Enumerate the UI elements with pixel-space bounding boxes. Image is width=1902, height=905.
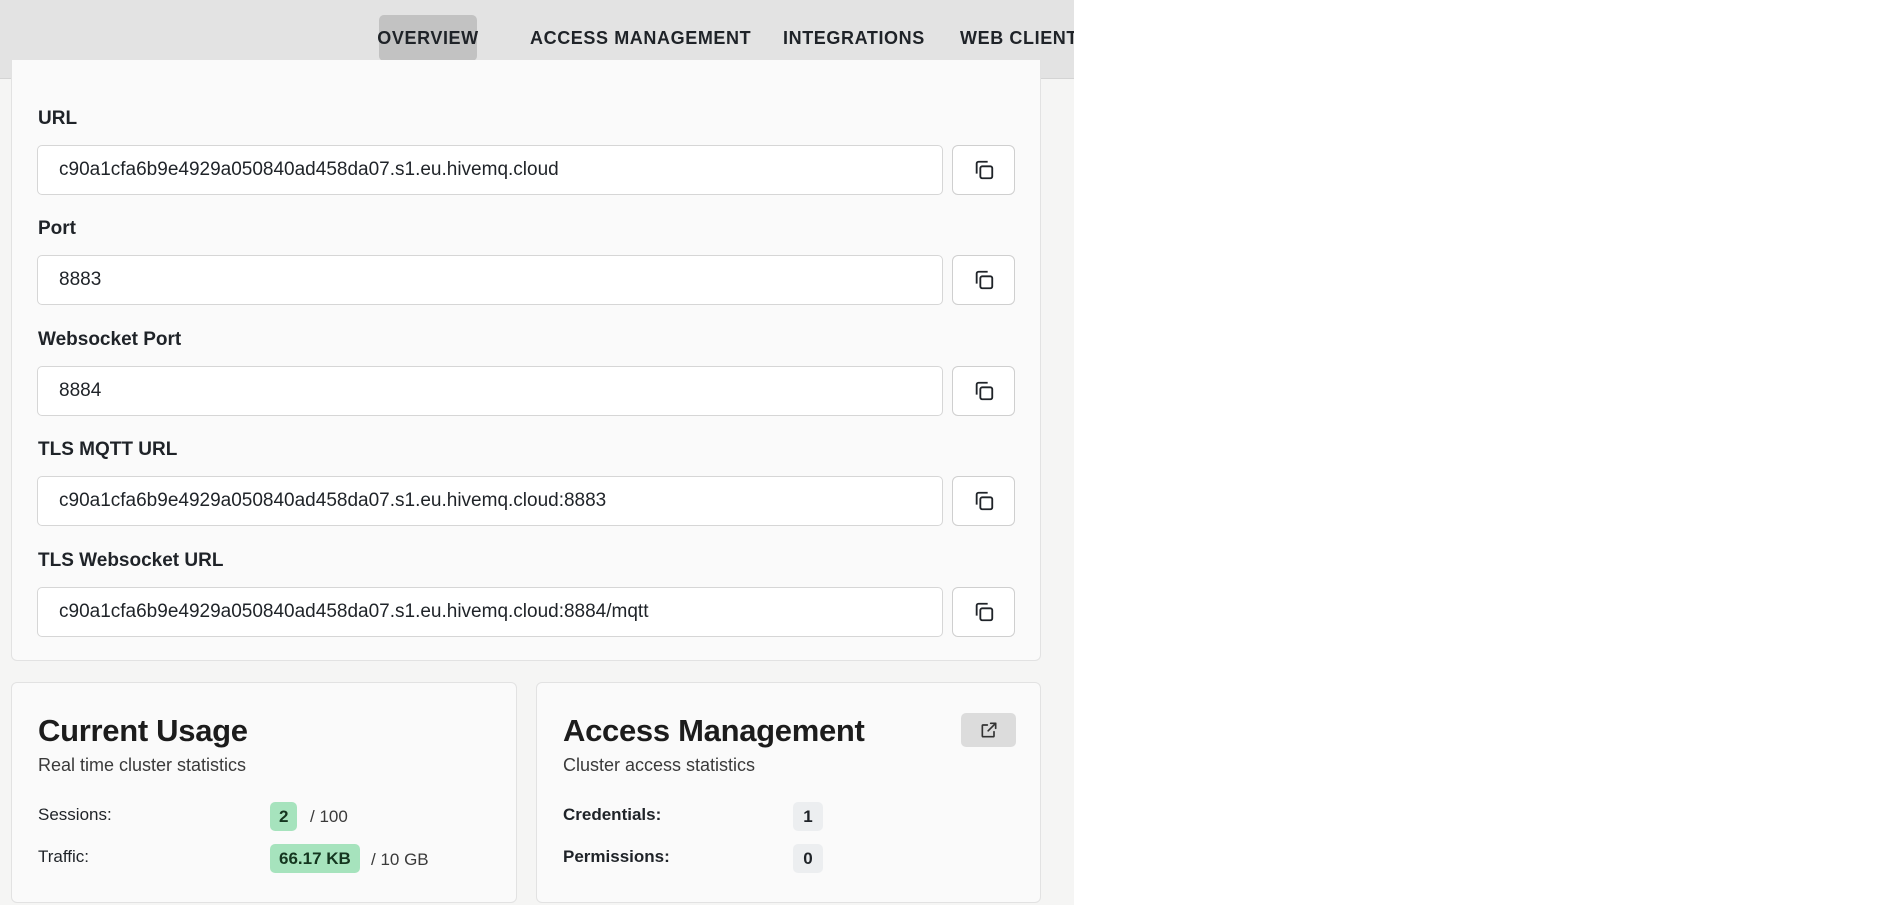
copy-url-button[interactable] [952,145,1015,195]
tls-mqtt-url-label: TLS MQTT URL [38,439,178,460]
current-usage-card: Current Usage Real time cluster statisti… [11,682,517,903]
current-usage-subtitle: Real time cluster statistics [38,755,247,775]
copy-tls-websocket-url-button[interactable] [952,587,1015,637]
access-management-title: Access Management [563,713,865,748]
copy-icon [975,381,993,401]
copy-icon [975,270,993,290]
open-access-management-button[interactable] [961,713,1016,747]
traffic-amount-badge: 66.17 KB [270,844,360,873]
sessions-limit: / 100 [310,807,348,826]
url-field[interactable]: c90a1cfa6b9e4929a050840ad458da07.s1.eu.h… [37,145,943,195]
traffic-limit: / 10 GB [371,850,429,869]
websocket-port-label: Websocket Port [38,329,182,350]
tab-web-client[interactable]: WEB CLIENT [946,15,1074,61]
copy-websocket-port-button[interactable] [952,366,1015,416]
access-management-subtitle: Cluster access statistics [563,755,756,775]
websocket-port-field[interactable]: 8884 [37,366,943,416]
app-window: OVERVIEW ACCESS MANAGEMENT INTEGRATIONS … [0,0,1074,905]
sessions-label: Sessions: [38,805,112,824]
sessions-count-badge: 2 [270,802,298,831]
copy-tls-mqtt-url-button[interactable] [952,476,1015,526]
traffic-label: Traffic: [38,847,90,866]
credentials-label: Credentials: [563,805,662,824]
copy-icon [975,602,993,622]
current-usage-title: Current Usage [38,713,248,748]
tls-websocket-url-label: TLS Websocket URL [38,550,224,571]
external-link-icon [981,722,996,738]
copy-port-button[interactable] [952,255,1015,305]
port-label: Port [38,218,76,239]
url-label: URL [38,108,78,129]
credentials-count-badge: 1 [793,802,823,831]
tls-mqtt-url-field[interactable]: c90a1cfa6b9e4929a050840ad458da07.s1.eu.h… [37,476,943,526]
tls-websocket-url-field[interactable]: c90a1cfa6b9e4929a050840ad458da07.s1.eu.h… [37,587,943,637]
tab-access-management[interactable]: ACCESS MANAGEMENT [516,15,765,61]
tab-overview[interactable]: OVERVIEW [377,15,478,61]
permissions-count-badge: 0 [793,844,823,873]
copy-icon [975,160,993,180]
tab-integrations[interactable]: INTEGRATIONS [769,15,939,61]
permissions-label: Permissions: [563,847,670,866]
copy-icon [975,491,993,511]
port-field[interactable]: 8883 [37,255,943,305]
access-management-card: Access Management Cluster access statist… [536,682,1041,903]
